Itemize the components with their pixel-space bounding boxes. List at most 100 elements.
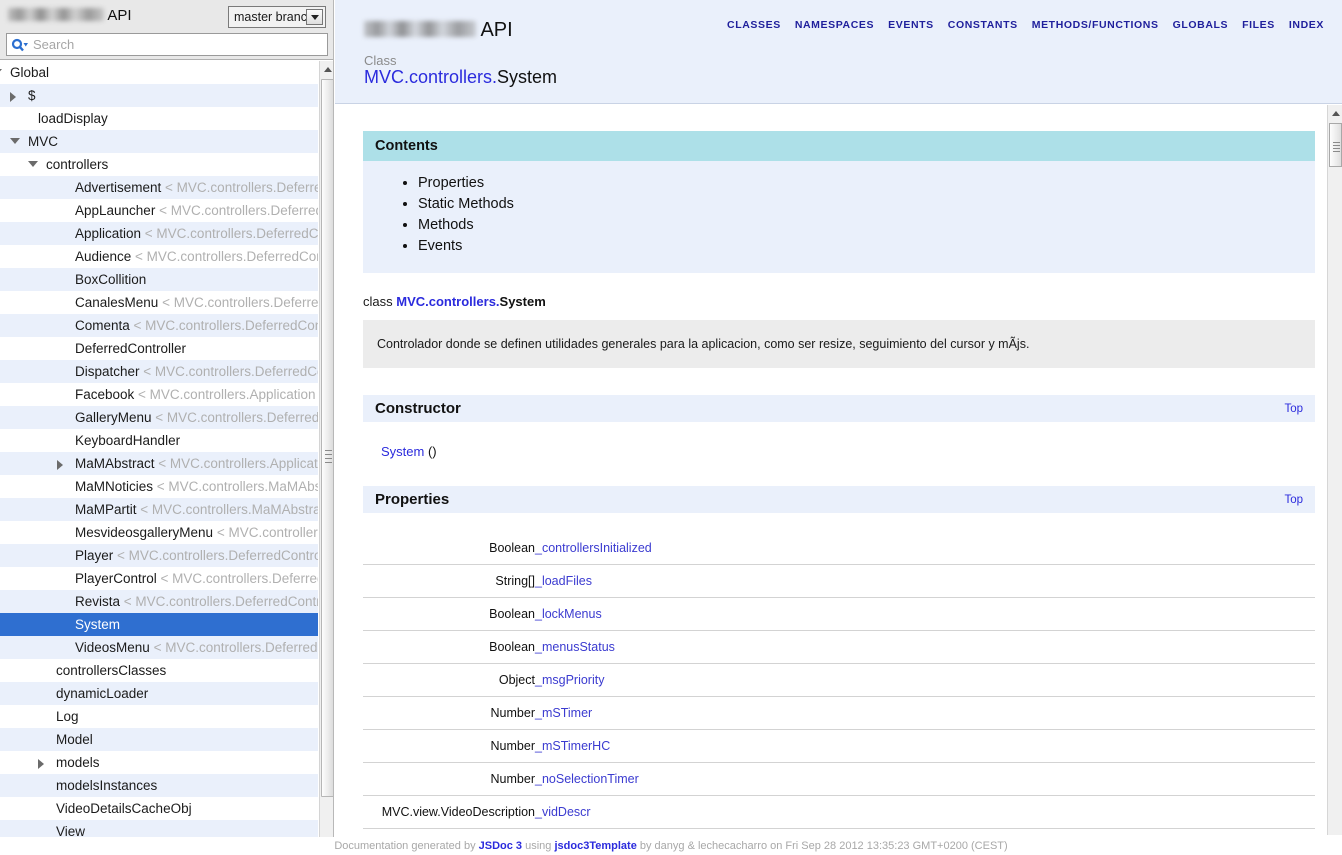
- search-box[interactable]: [6, 33, 328, 56]
- contents-box: Contents PropertiesStatic MethodsMethods…: [363, 131, 1315, 273]
- tree-item-system[interactable]: System: [0, 613, 318, 636]
- tree-item-facebook[interactable]: Facebook < MVC.controllers.Application: [0, 383, 318, 406]
- main-scrollbar-thumb[interactable]: [1329, 123, 1342, 167]
- tree-item-mamnoticies[interactable]: MaMNoticies < MVC.controllers.MaMAbs: [0, 475, 318, 498]
- nav-link-namespaces[interactable]: NAMESPACES: [795, 19, 874, 31]
- property-name[interactable]: _msgPriority: [535, 663, 1315, 697]
- tree-item-label: Revista < MVC.controllers.DeferredContro: [75, 590, 318, 613]
- tree-item-label: Global: [10, 65, 50, 80]
- tree-item-model[interactable]: Model: [0, 728, 318, 751]
- chevron-down-icon[interactable]: [28, 161, 38, 167]
- tree-item-deferredcontroller[interactable]: DeferredController: [0, 337, 318, 360]
- property-name[interactable]: _mSTimer: [535, 696, 1315, 730]
- search-icon[interactable]: [11, 38, 28, 52]
- chevron-down-icon[interactable]: [10, 138, 20, 144]
- tree-item-label: VideosMenu < MVC.controllers.DeferredC: [75, 636, 318, 659]
- scroll-up-icon[interactable]: [320, 61, 333, 77]
- property-type: MVC.view.VideoDescription: [363, 795, 535, 829]
- tree-item-inherits: < MVC.controllers.MaMAbs: [153, 479, 318, 494]
- nav-link-constants[interactable]: CONSTANTS: [948, 19, 1018, 31]
- nav-link-events[interactable]: EVENTS: [888, 19, 934, 31]
- tree-item-label: VideoDetailsCacheObj: [56, 801, 192, 816]
- tree-item-revista[interactable]: Revista < MVC.controllers.DeferredContro: [0, 590, 318, 613]
- tree-item-videodetailscacheobj[interactable]: VideoDetailsCacheObj: [0, 797, 318, 820]
- top-navigation[interactable]: CLASSES NAMESPACES EVENTS CONSTANTS METHODS/…: [727, 19, 1324, 31]
- tree-item-keyboardhandler[interactable]: KeyboardHandler: [0, 429, 318, 452]
- property-row: MVC.view.VideoDescription _vidDescr: [363, 795, 1315, 829]
- tree-item-player[interactable]: Player < MVC.controllers.DeferredControl…: [0, 544, 318, 567]
- main-scroll-up-icon[interactable]: [1328, 105, 1342, 121]
- property-type: Number: [363, 729, 535, 763]
- tree-item-global[interactable]: Global: [0, 61, 318, 84]
- property-name[interactable]: _menusStatus: [535, 630, 1315, 664]
- tree-item-label: models: [56, 755, 100, 770]
- property-name[interactable]: _controllersInitialized: [535, 529, 1315, 565]
- tree-item-boxcollition[interactable]: BoxCollition: [0, 268, 318, 291]
- nav-link-globals[interactable]: GLOBALS: [1173, 19, 1229, 31]
- tree-item-inherits: < MVC.controllers: [213, 525, 318, 540]
- property-name[interactable]: _winDim: [535, 828, 1315, 835]
- tree-item-dynamicloader[interactable]: dynamicLoader: [0, 682, 318, 705]
- class-signature-namespace[interactable]: MVC.controllers.: [396, 294, 499, 309]
- footer-jsdoc-link[interactable]: JSDoc 3: [479, 840, 522, 852]
- property-name[interactable]: _mSTimerHC: [535, 729, 1315, 763]
- tree-item-log[interactable]: Log: [0, 705, 318, 728]
- contents-item[interactable]: Static Methods: [418, 194, 1315, 215]
- nav-link-files[interactable]: FILES: [1242, 19, 1275, 31]
- property-name[interactable]: _vidDescr: [535, 795, 1315, 829]
- properties-top-link[interactable]: Top: [1284, 494, 1303, 506]
- property-name[interactable]: _lockMenus: [535, 597, 1315, 631]
- tree-item-[interactable]: $: [0, 84, 318, 107]
- tree-item-loaddisplay[interactable]: loadDisplay: [0, 107, 318, 130]
- tree-item-modelsinstances[interactable]: modelsInstances: [0, 774, 318, 797]
- property-name[interactable]: _noSelectionTimer: [535, 762, 1315, 796]
- chevron-right-icon[interactable]: [38, 759, 44, 769]
- tree-item-controllersclasses[interactable]: controllersClasses: [0, 659, 318, 682]
- tree-item-application[interactable]: Application < MVC.controllers.DeferredCo: [0, 222, 318, 245]
- page-title: █████ ██ ████ API: [364, 19, 513, 42]
- tree-item-models[interactable]: models: [0, 751, 318, 774]
- search-input[interactable]: [31, 35, 311, 54]
- contents-heading: Contents: [363, 131, 1315, 161]
- chevron-down-icon[interactable]: [306, 9, 323, 25]
- constructor-top-link[interactable]: Top: [1284, 403, 1303, 415]
- tree-item-playercontrol[interactable]: PlayerControl < MVC.controllers.Deferred: [0, 567, 318, 590]
- chevron-right-icon[interactable]: [57, 460, 63, 470]
- tree-item-advertisement[interactable]: Advertisement < MVC.controllers.Deferred: [0, 176, 318, 199]
- contents-item[interactable]: Events: [418, 236, 1315, 257]
- chevron-right-icon[interactable]: [10, 92, 16, 102]
- class-namespace[interactable]: MVC.controllers.: [364, 67, 497, 87]
- tree-item-applauncher[interactable]: AppLauncher < MVC.controllers.DeferredC: [0, 199, 318, 222]
- tree-item-mvc[interactable]: MVC: [0, 130, 318, 153]
- contents-item[interactable]: Properties: [418, 173, 1315, 194]
- tree-item-mesvideosgallerymenu[interactable]: MesvideosgalleryMenu < MVC.controllers: [0, 521, 318, 544]
- sidebar-scrollbar[interactable]: [319, 61, 333, 855]
- contents-item[interactable]: Methods: [418, 215, 1315, 236]
- branch-select[interactable]: master branch: [228, 6, 326, 28]
- tree-item-videosmenu[interactable]: VideosMenu < MVC.controllers.DeferredC: [0, 636, 318, 659]
- constructor-params: (): [427, 444, 437, 459]
- nav-link-classes[interactable]: CLASSES: [727, 19, 781, 31]
- tree-item-label: Advertisement < MVC.controllers.Deferred: [75, 176, 318, 199]
- main-scrollbar[interactable]: [1327, 105, 1342, 835]
- tree-item-dispatcher[interactable]: Dispatcher < MVC.controllers.DeferredCo: [0, 360, 318, 383]
- tree-item-gallerymenu[interactable]: GalleryMenu < MVC.controllers.DeferredC: [0, 406, 318, 429]
- constructor-name[interactable]: System: [381, 444, 424, 459]
- chevron-down-icon[interactable]: [0, 69, 2, 75]
- tree-item-label: controllers: [46, 157, 109, 172]
- tree-item-controllers[interactable]: controllers: [0, 153, 318, 176]
- class-signature-line: class MVC.controllers.System: [363, 294, 1342, 309]
- tree-item-mamabstract[interactable]: MaMAbstract < MVC.controllers.Applicati: [0, 452, 318, 475]
- sidebar-scrollbar-thumb[interactable]: [321, 79, 333, 797]
- tree-item-audience[interactable]: Audience < MVC.controllers.DeferredCont: [0, 245, 318, 268]
- navigation-tree[interactable]: Global $ loadDisplay MVC controllers Advertis…: [0, 61, 318, 855]
- contents-list[interactable]: PropertiesStatic MethodsMethodsEvents: [363, 161, 1315, 273]
- tree-item-mampartit[interactable]: MaMPartit < MVC.controllers.MaMAbstra: [0, 498, 318, 521]
- nav-link-index[interactable]: INDEX: [1289, 19, 1324, 31]
- nav-link-methods-functions[interactable]: METHODS/FUNCTIONS: [1032, 19, 1159, 31]
- tree-item-canalesmenu[interactable]: CanalesMenu < MVC.controllers.Deferred: [0, 291, 318, 314]
- tree-item-comenta[interactable]: Comenta < MVC.controllers.DeferredCont: [0, 314, 318, 337]
- footer-template-link[interactable]: jsdoc3Template: [554, 840, 636, 852]
- tree-item-label: modelsInstances: [56, 778, 158, 793]
- property-name[interactable]: _loadFiles: [535, 564, 1315, 598]
